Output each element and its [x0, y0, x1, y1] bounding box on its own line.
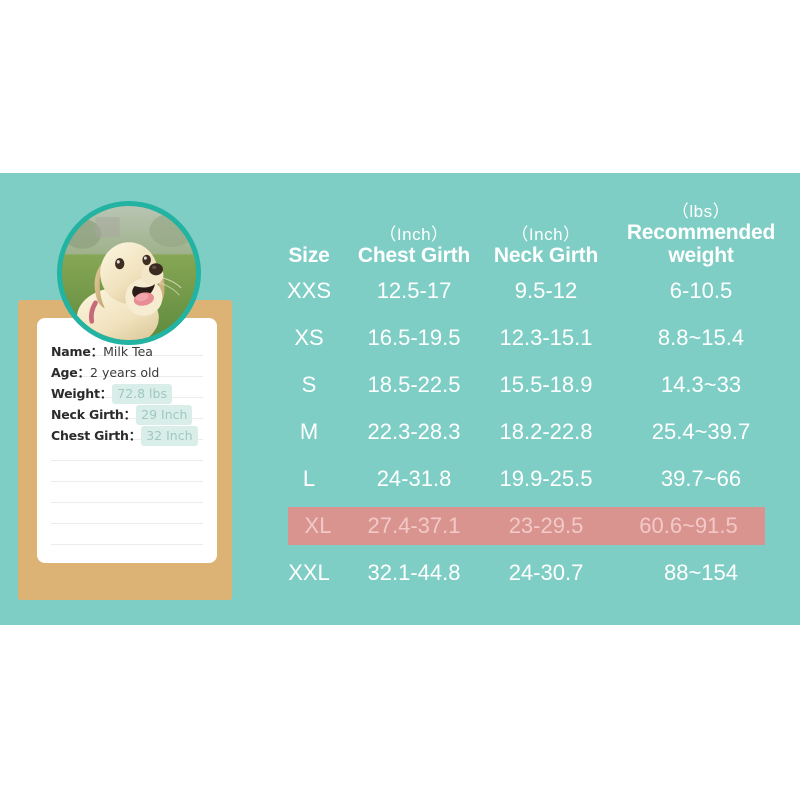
header-name: Chest Girth: [357, 244, 471, 268]
table-cell-neck: 12.3-15.1: [499, 325, 593, 351]
pet-field-label: Chest Girth: [51, 428, 129, 443]
table-cell-weight: 60.6~91.5: [639, 513, 738, 539]
table-cell-weight: 39.7~66: [660, 466, 742, 492]
table-cell-chest: 32.1-44.8: [367, 560, 461, 586]
dog-photo: [57, 201, 201, 345]
table-row[interactable]: XS 16.5-19.5 12.3-15.1 8.8~15.4: [270, 319, 790, 357]
table-cell-weight: 88~154: [663, 560, 739, 586]
table-row[interactable]: S 18.5-22.5 15.5-18.9 14.3~33: [270, 366, 790, 404]
pet-field-label: Neck Girth: [51, 407, 124, 422]
table-cell-neck: 19.9-25.5: [499, 466, 593, 492]
table-cell-neck: 24-30.7: [508, 560, 584, 586]
table-row[interactable]: XXL 32.1-44.8 24-30.7 88~154: [270, 554, 790, 592]
table-cell-chest: 27.4-37.1: [367, 513, 461, 539]
pet-field-label: Name: [51, 344, 91, 359]
table-cell-size: M: [299, 419, 319, 445]
paper-rule-line: [51, 523, 203, 524]
pet-field-colon: ：: [77, 365, 91, 380]
table-cell-size: XS: [294, 325, 324, 351]
table-row[interactable]: XXS 12.5-17 9.5-12 6-10.5: [270, 272, 790, 310]
pet-field-colon: ：: [99, 386, 113, 401]
pet-info-paper: Name：Milk Tea Age：2 years old Weight： 72.8 …: [37, 318, 217, 563]
header-unit: （Inch）: [511, 225, 581, 245]
pet-field-neck-girth: Neck Girth： 29 Inch: [51, 405, 193, 425]
table-cell-chest: 12.5-17: [376, 278, 452, 304]
table-cell-weight: 25.4~39.7: [651, 419, 751, 445]
table-header-recommended-weight: （lbs） Recommended weight: [612, 202, 790, 270]
paper-rule-line: [51, 544, 203, 545]
table-cell-chest: 22.3-28.3: [367, 419, 461, 445]
table-cell-size: XL: [304, 513, 332, 539]
table-header-size: Size: [270, 225, 348, 270]
header-unit: （lbs）: [671, 201, 731, 221]
table-cell-chest: 24-31.8: [376, 466, 452, 492]
table-row[interactable]: M 22.3-28.3 18.2-22.8 25.4~39.7: [270, 413, 790, 451]
pet-field-age: Age：2 years old: [51, 365, 160, 380]
table-header-chest-girth: （Inch） Chest Girth: [348, 225, 480, 270]
pet-field-colon: ：: [128, 428, 142, 443]
pet-info-clipboard: Name：Milk Tea Age：2 years old Weight： 72.8 …: [18, 300, 232, 600]
pet-field-chest-girth: Chest Girth： 32 Inch: [51, 426, 198, 446]
table-cell-neck: 15.5-18.9: [499, 372, 593, 398]
dog-photo-illustration: [62, 206, 196, 340]
table-cell-weight: 8.8~15.4: [657, 325, 745, 351]
table-cell-chest: 16.5-19.5: [367, 325, 461, 351]
table-cell-size: L: [302, 466, 316, 492]
table-cell-weight: 6-10.5: [669, 278, 733, 304]
table-cell-size: XXL: [288, 560, 330, 586]
table-row[interactable]: XL 27.4-37.1 23-29.5 60.6~91.5: [288, 507, 765, 545]
pet-field-value: 2 years old: [90, 365, 160, 380]
pet-field-value: 32 Inch: [141, 426, 198, 446]
paper-rule-line: [51, 502, 203, 503]
pet-field-value: 72.8 lbs: [112, 384, 172, 404]
size-chart-table: Size （Inch） Chest Girth （Inch） Neck Girth （lb…: [270, 190, 790, 600]
pet-field-label: Weight: [51, 386, 100, 401]
pet-field-name: Name：Milk Tea: [51, 344, 153, 359]
table-cell-weight: 14.3~33: [660, 372, 742, 398]
table-cell-neck: 23-29.5: [508, 513, 584, 539]
header-unit: [270, 225, 348, 244]
header-name: Neck Girth: [493, 244, 599, 268]
paper-rule-line: [51, 481, 203, 482]
header-name: Recommended weight: [626, 220, 776, 268]
table-cell-size: XXS: [286, 278, 332, 304]
header-name: Size: [288, 244, 330, 268]
pet-field-value: Milk Tea: [103, 344, 153, 359]
table-header-neck-girth: （Inch） Neck Girth: [480, 225, 612, 270]
paper-rule-line: [51, 460, 203, 461]
table-header-row: Size （Inch） Chest Girth （Inch） Neck Girth （lb…: [270, 190, 790, 270]
pet-field-weight: Weight： 72.8 lbs: [51, 384, 172, 404]
table-cell-size: S: [301, 372, 317, 398]
table-cell-neck: 9.5-12: [514, 278, 578, 304]
table-cell-chest: 18.5-22.5: [367, 372, 461, 398]
pet-field-colon: ：: [123, 407, 137, 422]
pet-field-value: 29 Inch: [136, 405, 193, 425]
table-row[interactable]: L 24-31.8 19.9-25.5 39.7~66: [270, 460, 790, 498]
pet-field-colon: ：: [90, 344, 104, 359]
table-cell-neck: 18.2-22.8: [499, 419, 593, 445]
header-unit: （Inch）: [379, 225, 449, 245]
pet-field-label: Age: [51, 365, 78, 380]
